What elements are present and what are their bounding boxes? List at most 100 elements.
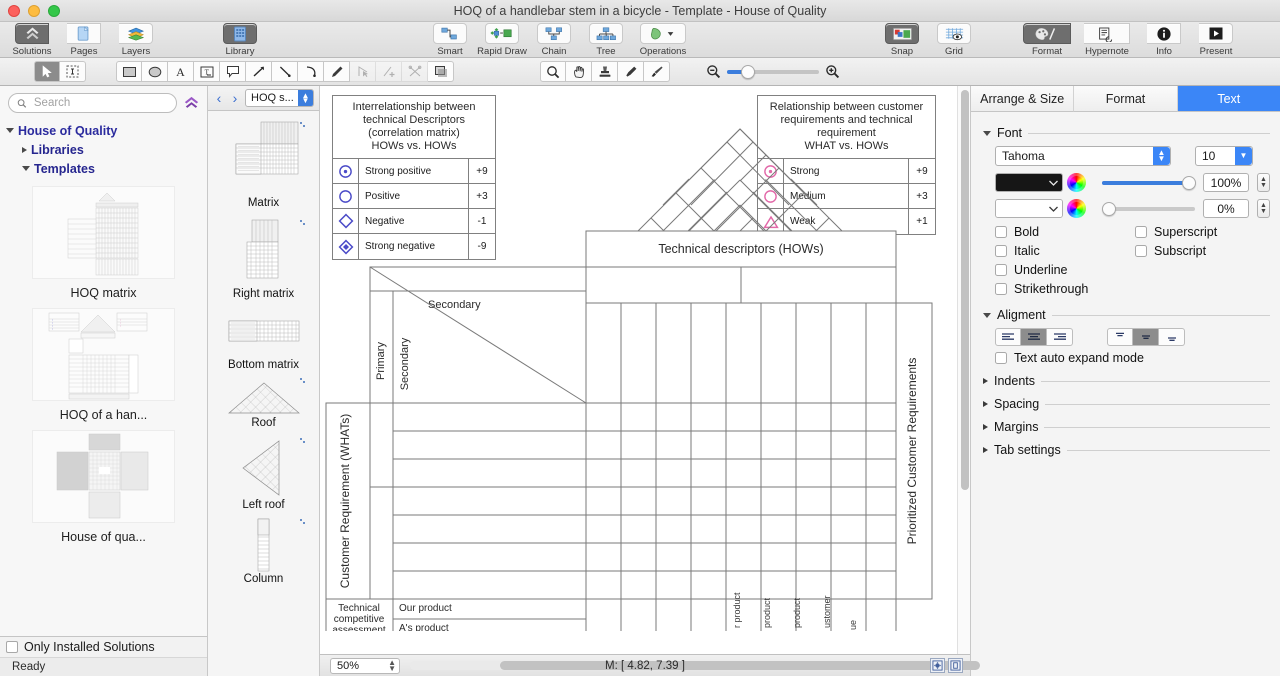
stepper-icon[interactable]: ▲ ▼	[1153, 147, 1170, 165]
toolbar-button-library[interactable]: Library	[214, 22, 266, 57]
callout-tool[interactable]	[220, 61, 246, 82]
align-middle-icon[interactable]	[1133, 328, 1159, 346]
align-left-icon[interactable]	[995, 328, 1021, 346]
chevron-left-icon[interactable]: ‹	[213, 90, 225, 106]
color-swatch[interactable]	[996, 174, 1062, 191]
chevron-down-icon[interactable]	[983, 130, 991, 136]
checkbox[interactable]	[1135, 226, 1147, 238]
toolbar-button-rapid-draw[interactable]: Rapid Draw	[476, 22, 528, 57]
toolbar-button-tree[interactable]: Tree	[580, 22, 632, 57]
alignment-section-header[interactable]: Aligment	[983, 308, 1270, 322]
tab-format[interactable]: Format	[1074, 86, 1178, 112]
chevron-right-icon[interactable]: ›	[229, 90, 241, 106]
toolbar-button-format[interactable]: Format	[1018, 22, 1076, 57]
shape-item-matrix[interactable]: Matrix	[208, 119, 319, 209]
zoom-slider-control[interactable]	[706, 64, 840, 79]
shape-item-right-matrix[interactable]: Right matrix	[208, 218, 319, 300]
align-right-icon[interactable]	[1047, 328, 1073, 346]
close-button[interactable]	[8, 4, 20, 17]
fill-opacity-slider[interactable]	[1102, 175, 1196, 190]
stroke-opacity-stepper[interactable]: ▲ ▼	[1257, 199, 1270, 218]
hand-tool[interactable]	[566, 61, 592, 82]
font-family-select[interactable]: Tahoma ▲ ▼	[995, 146, 1171, 166]
paintbrush-tool[interactable]	[644, 61, 670, 82]
chevron-right-icon[interactable]	[983, 447, 988, 453]
text-block-tool[interactable]: T	[194, 61, 220, 82]
toolbar-button-layers[interactable]: Layers	[110, 22, 162, 57]
text-stroke-color[interactable]	[995, 199, 1063, 218]
slider-knob[interactable]	[1182, 175, 1196, 190]
tab-text[interactable]: Text	[1177, 86, 1280, 112]
arc-tool[interactable]	[298, 61, 324, 82]
checkbox-strikethrough[interactable]: Strikethrough	[995, 282, 1135, 296]
tab-arrange-size[interactable]: Arrange & Size	[971, 86, 1075, 112]
chevron-right-icon[interactable]	[983, 424, 988, 430]
template-item[interactable]: HOQ of a han...	[0, 308, 207, 422]
checkbox[interactable]	[995, 226, 1007, 238]
checkbox-bold[interactable]: Bold	[995, 225, 1135, 239]
scrollbar-thumb[interactable]	[960, 90, 969, 490]
actual-size-icon[interactable]	[948, 658, 963, 673]
align-center-icon[interactable]	[1021, 328, 1047, 346]
zoom-slider-knob[interactable]	[741, 64, 755, 79]
shadow-tool[interactable]	[428, 61, 454, 82]
align-bottom-icon[interactable]	[1159, 328, 1185, 346]
stepper-icon[interactable]: ▲ ▼	[298, 90, 313, 106]
stroke-opacity-value[interactable]: 0%	[1203, 199, 1249, 218]
arrow-tool[interactable]	[246, 61, 272, 82]
color-wheel-icon[interactable]	[1067, 173, 1086, 192]
stamp-tool[interactable]	[592, 61, 618, 82]
toolbar-button-snap[interactable]: Snap	[876, 22, 928, 57]
template-item[interactable]: HOQ matrix	[0, 186, 207, 300]
checkbox-subscript[interactable]: Subscript	[1135, 244, 1270, 258]
template-item[interactable]: House of qua...	[0, 430, 207, 544]
chevron-down-icon[interactable]: ▼	[1235, 147, 1252, 165]
search-box[interactable]	[8, 93, 177, 113]
toolbar-button-smart[interactable]: Smart	[424, 22, 476, 57]
fill-opacity-stepper[interactable]: ▲ ▼	[1257, 173, 1270, 192]
pen-tool[interactable]	[324, 61, 350, 82]
scrollbar-thumb[interactable]	[500, 661, 980, 670]
rectangle-tool[interactable]	[116, 61, 142, 82]
slider-knob[interactable]	[1102, 201, 1116, 216]
minimize-button[interactable]	[28, 4, 40, 17]
section-spacing[interactable]: Spacing	[983, 397, 1270, 411]
toolbar-button-operations[interactable]: Operations	[632, 22, 694, 57]
toolbar-button-chain[interactable]: Chain	[528, 22, 580, 57]
only-installed-solutions-row[interactable]: Only Installed Solutions	[0, 636, 207, 657]
toolbar-button-solutions[interactable]: Solutions	[6, 22, 58, 57]
stroke-opacity-slider[interactable]	[1102, 201, 1195, 216]
toolbar-button-present[interactable]: Present	[1190, 22, 1242, 57]
canvas-vertical-scrollbar[interactable]	[957, 86, 970, 654]
zoom-slider[interactable]	[727, 64, 819, 79]
chevron-down-icon[interactable]	[22, 166, 30, 171]
ellipse-tool[interactable]	[142, 61, 168, 82]
chevron-right-icon[interactable]	[983, 378, 988, 384]
edit-points-tool[interactable]	[350, 61, 376, 82]
checkbox[interactable]	[995, 352, 1007, 364]
zoom-level-select[interactable]: 50% ▲ ▼	[330, 657, 400, 674]
stepper-icon[interactable]: ▲ ▼	[388, 658, 396, 672]
checkbox-text-auto-expand[interactable]: Text auto expand mode	[981, 351, 1270, 365]
checkbox[interactable]	[995, 245, 1007, 257]
zoom-button[interactable]	[48, 4, 60, 17]
checkbox-superscript[interactable]: Superscript	[1135, 225, 1270, 239]
shape-item-left-roof[interactable]: Left roof	[208, 437, 319, 511]
shape-item-column[interactable]: Column	[208, 517, 319, 585]
fill-opacity-value[interactable]: 100%	[1203, 173, 1249, 192]
search-input[interactable]	[31, 96, 168, 110]
zoom-tool[interactable]	[540, 61, 566, 82]
color-wheel-icon[interactable]	[1067, 199, 1086, 218]
chevron-down-icon[interactable]	[6, 128, 14, 133]
tree-item-house-of-quality[interactable]: House of Quality	[0, 121, 207, 140]
diagram-canvas[interactable]: Interrelationship between technical Desc…	[320, 86, 970, 654]
checkbox[interactable]	[995, 264, 1007, 276]
text-tool[interactable]: A	[168, 61, 194, 82]
chevron-right-icon[interactable]	[983, 401, 988, 407]
add-point-tool[interactable]	[376, 61, 402, 82]
shape-item-bottom-matrix[interactable]: Bottom matrix	[208, 315, 319, 371]
chevron-right-icon[interactable]	[22, 146, 27, 153]
toolbar-button-info[interactable]: Info	[1138, 22, 1190, 57]
line-tool[interactable]	[272, 61, 298, 82]
cut-path-tool[interactable]	[402, 61, 428, 82]
